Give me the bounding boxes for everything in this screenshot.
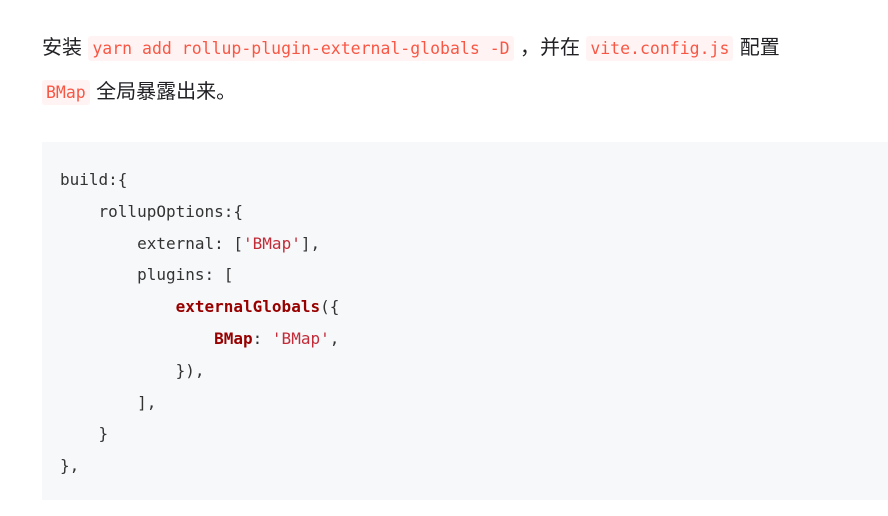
instruction-paragraph: 安装 yarn add rollup-plugin-external-globa…	[42, 26, 888, 114]
code-block: build:{ rollupOptions:{ external: ['BMap…	[42, 142, 888, 500]
code-line: build:{	[60, 170, 128, 189]
object-key: BMap	[214, 328, 253, 348]
code-line: ],	[137, 392, 157, 412]
code-line: BMap: 'BMap',	[214, 328, 340, 348]
code-line: plugins: [	[137, 265, 234, 285]
code-line: externalGlobals({	[175, 297, 340, 317]
string-literal: 'BMap'	[243, 233, 301, 253]
text-expose-globally: 全局暴露出来。	[96, 79, 237, 103]
string-literal: 'BMap'	[271, 328, 330, 348]
code-content: build:{ rollupOptions:{ external: ['BMap…	[60, 164, 339, 482]
function-name: externalGlobals	[175, 297, 321, 317]
text-configure: 配置	[739, 35, 780, 59]
inline-code-install-command: yarn add rollup-plugin-external-globals …	[88, 36, 514, 61]
code-line: }	[98, 424, 109, 444]
code-line: },	[60, 456, 80, 476]
text-and-in: ，并在	[519, 35, 580, 59]
inline-code-config-file: vite.config.js	[586, 36, 734, 61]
code-line: }),	[175, 360, 205, 380]
code-line: rollupOptions:{	[98, 201, 244, 221]
code-line: external: ['BMap'],	[137, 233, 321, 253]
text-install: 安装	[42, 35, 82, 59]
inline-code-bmap: BMap	[42, 80, 90, 105]
